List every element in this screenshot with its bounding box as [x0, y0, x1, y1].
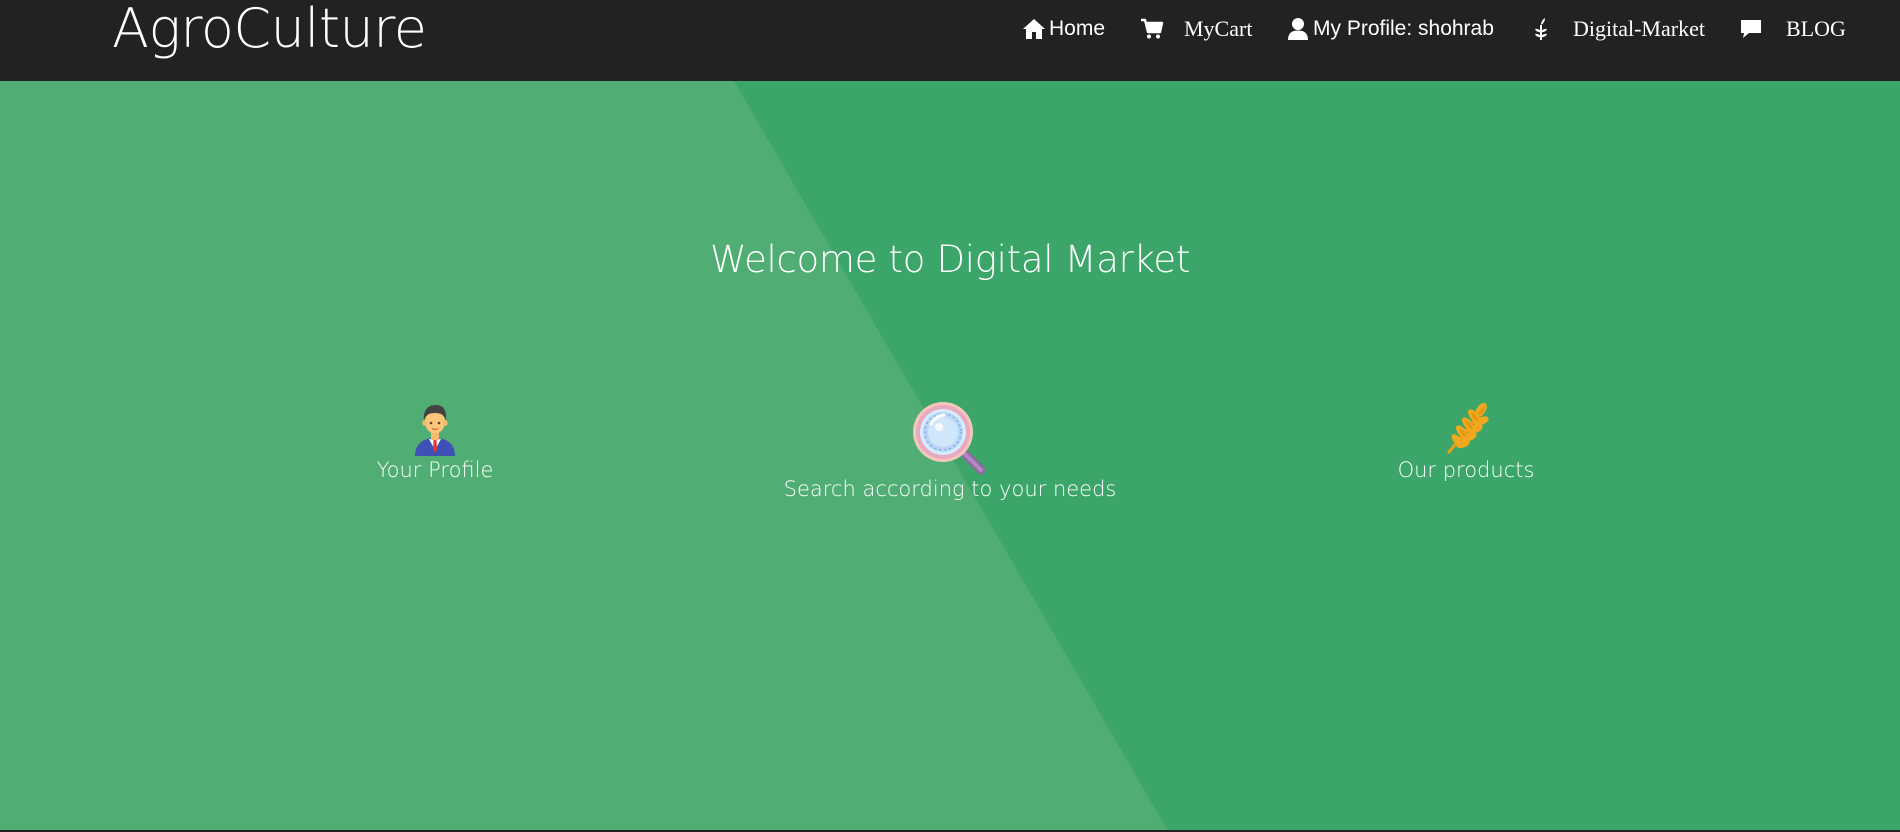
nav-my-profile-link[interactable]: My Profile: shohrab	[1286, 12, 1494, 46]
feature-our-products[interactable]: Our products	[1366, 402, 1566, 482]
businessman-icon	[335, 402, 535, 456]
feature-our-products-label: Our products	[1397, 458, 1535, 482]
nav-home-label: Home	[1049, 17, 1106, 40]
feature-your-profile-label: Your Profile	[376, 458, 494, 482]
cart-icon	[1139, 18, 1165, 40]
hero-section: Welcome to Digital Market Your Profile S…	[0, 81, 1900, 831]
nav-mycart-label: MyCart	[1184, 16, 1253, 41]
brand-logo-link[interactable]: AgroCulture	[112, 0, 427, 60]
nav-digital-market-link[interactable]: Digital-Market	[1531, 12, 1705, 46]
hero-title: Welcome to Digital Market	[709, 238, 1191, 281]
nav-my-profile-label: My Profile: shohrab	[1313, 17, 1494, 40]
feature-search[interactable]: Search according to your needs	[740, 397, 1160, 501]
nav-digital-market-label: Digital-Market	[1573, 16, 1705, 41]
feature-your-profile[interactable]: Your Profile	[335, 402, 535, 482]
nav-blog-link[interactable]: BLOG	[1738, 12, 1846, 46]
nav-mycart-link[interactable]: MyCart	[1139, 12, 1252, 46]
home-icon	[1021, 18, 1047, 40]
leaf-icon	[1531, 17, 1551, 41]
feature-search-label: Search according to your needs	[783, 477, 1117, 501]
wheat-icon	[1366, 402, 1566, 456]
navbar: AgroCulture Home MyCart My Profile: shoh…	[0, 0, 1900, 81]
nav-blog-label: BLOG	[1786, 16, 1846, 41]
comment-icon	[1738, 18, 1764, 40]
user-icon	[1286, 17, 1310, 41]
nav-home-link[interactable]: Home	[1021, 12, 1105, 46]
magnifying-glass-icon	[740, 397, 1160, 477]
